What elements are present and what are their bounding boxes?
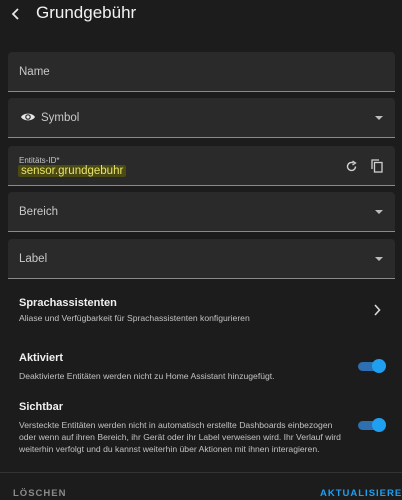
visible-description-line3: weiterhin verfolgt und du kannst weiterh… bbox=[19, 444, 320, 454]
entity-id-label: Entitäts-ID* bbox=[19, 156, 60, 165]
enabled-title: Aktiviert bbox=[19, 352, 64, 364]
voice-assistants-row[interactable]: Sprachassistenten Aliase und Verfügbarke… bbox=[0, 290, 402, 330]
back-button[interactable] bbox=[8, 4, 24, 24]
eye-icon bbox=[21, 113, 35, 121]
voice-assistants-title: Sprachassistenten bbox=[19, 297, 117, 309]
name-field-label: Name bbox=[19, 66, 50, 78]
dropdown-caret-icon bbox=[375, 256, 383, 261]
area-select[interactable]: Bereich bbox=[8, 192, 395, 232]
regenerate-id-button[interactable] bbox=[342, 157, 360, 175]
delete-button[interactable]: LÖSCHEN bbox=[13, 488, 66, 499]
symbol-field-label: Symbol bbox=[41, 112, 80, 124]
entity-id-value[interactable]: sensor.grundgebuhr bbox=[18, 165, 127, 177]
area-field-label: Bereich bbox=[19, 206, 58, 218]
symbol-select[interactable]: Symbol bbox=[8, 98, 395, 138]
dialog-footer: LÖSCHEN AKTUALISIEREN bbox=[0, 472, 402, 500]
label-select[interactable]: Label bbox=[8, 239, 395, 279]
entity-id-field[interactable]: Entitäts-ID* sensor.grundgebuhr bbox=[8, 146, 395, 186]
visible-title: Sichtbar bbox=[19, 401, 64, 413]
chevron-right-icon bbox=[374, 304, 381, 316]
dropdown-caret-icon bbox=[375, 209, 383, 214]
visible-row: Sichtbar Versteckte Entitäten werden nic… bbox=[0, 396, 402, 460]
toggle-thumb bbox=[372, 418, 386, 432]
visible-toggle[interactable] bbox=[358, 418, 386, 432]
dropdown-caret-icon bbox=[375, 115, 383, 120]
voice-assistants-description: Aliase und Verfügbarkeit für Sprachassis… bbox=[19, 313, 250, 323]
visible-description-line1: Versteckte Entitäten werden nicht in aut… bbox=[19, 420, 333, 430]
label-field-label: Label bbox=[19, 253, 48, 265]
back-arrow-icon bbox=[11, 8, 19, 20]
copy-id-button[interactable] bbox=[368, 157, 386, 175]
top-app-bar: Grundgebühr bbox=[0, 0, 402, 30]
visible-description-line2: oder wenn auf ihren Bereich, ihr Gerät o… bbox=[19, 432, 341, 442]
copy-icon bbox=[371, 159, 383, 173]
refresh-icon bbox=[346, 159, 357, 171]
name-field[interactable]: Name bbox=[8, 52, 395, 92]
enabled-toggle[interactable] bbox=[358, 359, 386, 373]
enabled-row: Aktiviert Deaktivierte Entitäten werden … bbox=[0, 346, 402, 386]
page-title: Grundgebühr bbox=[36, 3, 137, 22]
toggle-thumb bbox=[372, 359, 386, 373]
enabled-description: Deaktivierte Entitäten werden nicht zu H… bbox=[19, 371, 275, 381]
update-button[interactable]: AKTUALISIEREN bbox=[320, 488, 402, 499]
